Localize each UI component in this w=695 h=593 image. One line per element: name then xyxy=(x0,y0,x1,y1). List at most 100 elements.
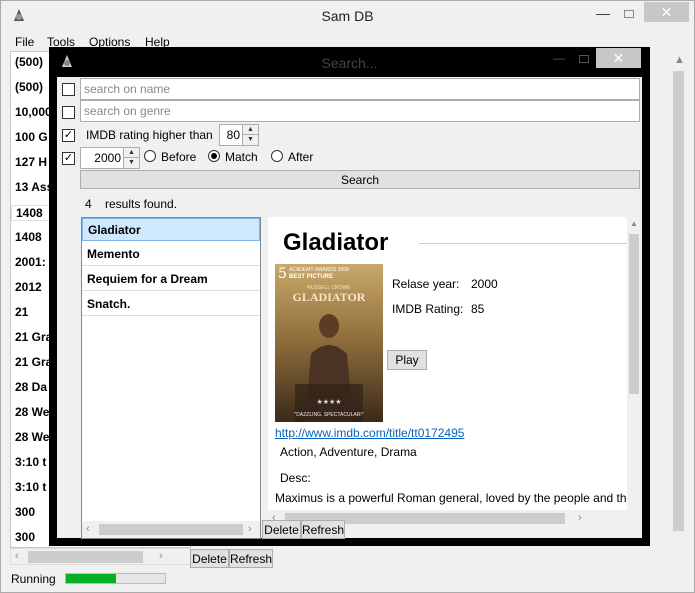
search-dialog: Search... — ✕ search on name search on g… xyxy=(49,47,650,546)
dialog-refresh-button[interactable]: Refresh xyxy=(301,520,345,539)
movie-list-item[interactable]: 300 xyxy=(15,505,35,519)
movie-list-item[interactable]: 21 Gra xyxy=(15,355,52,369)
rating-stars-icon: ★★★★ xyxy=(316,398,341,406)
movie-list-item[interactable]: 3:10 t xyxy=(15,455,46,469)
maximize-button[interactable] xyxy=(618,5,642,25)
scroll-thumb[interactable] xyxy=(99,524,243,535)
name-checkbox[interactable] xyxy=(62,83,75,96)
minimize-button[interactable]: — xyxy=(588,5,618,25)
after-radio[interactable] xyxy=(271,150,283,162)
poster-title: GLADIATOR xyxy=(293,290,366,304)
main-vscroll[interactable]: ▲ xyxy=(670,51,687,548)
scroll-thumb[interactable] xyxy=(28,551,143,563)
stepper-down-icon[interactable]: ▼ xyxy=(242,135,258,145)
movie-list-item[interactable]: (500) xyxy=(15,80,43,94)
year-value: 2000 xyxy=(94,151,121,165)
result-item[interactable]: Snatch. xyxy=(82,293,260,316)
desc-text: Maximus is a powerful Roman general, lov… xyxy=(275,491,634,505)
movie-list-item[interactable]: 28 We xyxy=(15,405,49,419)
maximize-icon xyxy=(579,55,589,63)
dialog-client: search on name search on genre ✓ IMDB ra… xyxy=(57,77,642,539)
search-button[interactable]: Search xyxy=(80,170,640,189)
movie-list-item[interactable]: 1408 xyxy=(15,230,42,244)
scroll-left-icon[interactable]: ‹ xyxy=(86,523,90,535)
stepper-up-icon[interactable]: ▲ xyxy=(242,125,258,135)
before-label: Before xyxy=(161,150,197,164)
scroll-right-icon[interactable]: › xyxy=(248,523,252,535)
stepper-up-icon[interactable]: ▲ xyxy=(123,148,139,158)
title-divider xyxy=(419,243,629,244)
genres-text: Action, Adventure, Drama xyxy=(280,445,417,459)
movie-list-item[interactable]: 28 We xyxy=(15,430,49,444)
poster-best-picture: BEST PICTURE xyxy=(289,274,333,280)
movie-list-item[interactable]: 13 Ass xyxy=(15,180,53,194)
match-radio[interactable] xyxy=(208,150,220,162)
stepper-down-icon[interactable]: ▼ xyxy=(123,158,139,168)
rating-value: 80 xyxy=(226,128,240,142)
release-value: 2000 xyxy=(471,277,498,291)
poster-awards-number: 5 xyxy=(278,266,287,282)
movie-list-item[interactable]: 100 G xyxy=(15,130,48,144)
movie-list-item[interactable]: 21 xyxy=(15,305,28,319)
status-bar: Running xyxy=(1,568,694,592)
rating-detail-value: 85 xyxy=(471,302,485,316)
play-button[interactable]: Play xyxy=(387,350,427,370)
dialog-close-button[interactable]: ✕ xyxy=(596,48,641,68)
scroll-up-icon[interactable]: ▲ xyxy=(674,54,685,66)
scroll-right-icon[interactable]: › xyxy=(578,512,582,524)
movie-list-item[interactable]: 28 Da xyxy=(15,380,47,394)
year-checkbox[interactable]: ✓ xyxy=(62,152,75,165)
after-label: After xyxy=(288,150,314,164)
poster-tagline: "DAZZLING. SPECTACULAR!" xyxy=(294,412,363,418)
movie-list-item[interactable]: (500) xyxy=(15,55,43,69)
movie-list-item[interactable]: 10,000 xyxy=(15,105,52,119)
detail-vscroll[interactable]: ▲ xyxy=(627,217,641,510)
genre-checkbox[interactable] xyxy=(62,106,75,119)
dialog-minimize-button[interactable]: — xyxy=(547,51,571,67)
close-button[interactable]: ✕ xyxy=(644,2,689,22)
movie-poster: 5 ACADEMY AWARDS 2000 BEST PICTURE RUSSE… xyxy=(275,264,383,422)
menu-file[interactable]: File xyxy=(15,35,34,49)
detail-title: Gladiator xyxy=(283,229,389,256)
dialog-maximize-button[interactable] xyxy=(573,51,595,67)
poster-awards-text: ACADEMY AWARDS 2000 xyxy=(289,267,349,273)
progress-fill xyxy=(66,574,116,583)
scroll-thumb[interactable] xyxy=(629,234,639,394)
detail-panel: Gladiator 5 ACADEMY AWARDS 2000 BEST PIC… xyxy=(268,217,641,510)
movie-list-item[interactable]: 2012 xyxy=(15,280,42,294)
refresh-button[interactable]: Refresh xyxy=(229,549,273,568)
match-label: Match xyxy=(225,150,258,164)
result-item[interactable]: Gladiator xyxy=(82,218,260,241)
close-icon: ✕ xyxy=(612,50,625,66)
results-hscroll[interactable]: ‹ › xyxy=(82,521,260,538)
delete-button[interactable]: Delete xyxy=(190,549,229,568)
dialog-delete-button[interactable]: Delete xyxy=(262,520,301,539)
imdb-link[interactable]: http://www.imdb.com/title/tt0172495 xyxy=(275,426,464,440)
movie-list-item[interactable]: 127 H xyxy=(15,155,47,169)
scroll-right-icon[interactable]: › xyxy=(159,550,163,562)
before-radio[interactable] xyxy=(144,150,156,162)
main-titlebar: Sam DB — ✕ xyxy=(1,1,694,31)
movie-list-item[interactable]: 2001: xyxy=(15,255,46,269)
movie-list-item[interactable]: 300 xyxy=(15,530,35,544)
scroll-thumb[interactable] xyxy=(673,71,684,531)
movie-list-item[interactable]: 21 Gra xyxy=(15,330,52,344)
maximize-icon xyxy=(624,10,634,18)
result-item[interactable]: Memento xyxy=(82,243,260,266)
rating-label: IMDB rating higher than xyxy=(86,128,213,142)
scroll-left-icon[interactable]: ‹ xyxy=(15,550,19,562)
progress-bar xyxy=(65,573,166,584)
name-search-input[interactable]: search on name xyxy=(80,78,640,100)
release-label: Relase year: xyxy=(392,277,460,291)
result-item[interactable]: Requiem for a Dream xyxy=(82,268,260,291)
year-stepper[interactable]: 2000 ▲ ▼ xyxy=(80,147,140,169)
movie-list-hscroll[interactable]: ‹ › xyxy=(10,548,191,565)
scroll-up-icon[interactable]: ▲ xyxy=(630,219,638,228)
rating-stepper[interactable]: 80 ▲ ▼ xyxy=(219,124,259,146)
results-count: 4 xyxy=(85,197,92,211)
rating-checkbox[interactable]: ✓ xyxy=(62,129,75,142)
movie-list-item[interactable]: 3:10 t xyxy=(15,480,46,494)
results-label: results found. xyxy=(105,197,178,211)
results-list[interactable]: Gladiator Memento Requiem for a Dream Snatc… xyxy=(81,217,261,539)
genre-search-input[interactable]: search on genre xyxy=(80,100,640,122)
